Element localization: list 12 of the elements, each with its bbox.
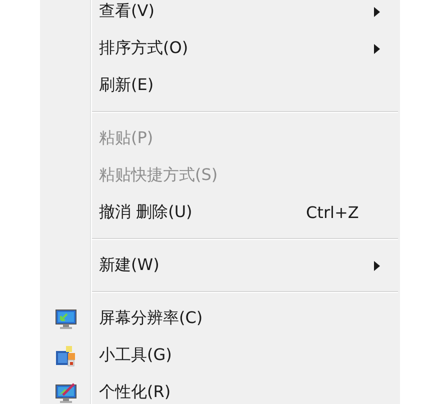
menu-item[interactable]: 撤消 删除(U) [92, 202, 192, 223]
menu-item[interactable]: 个性化(R) [92, 382, 171, 403]
gadgets-icon [55, 344, 77, 366]
monitor-brush-icon [55, 382, 77, 402]
shortcut-label: Ctrl+Z [306, 203, 359, 222]
menu-item[interactable]: 小工具(G) [92, 345, 172, 366]
menu-item[interactable]: 新建(W) [92, 255, 160, 276]
menu-item[interactable]: 屏幕分辨率(C) [92, 308, 203, 329]
menu-item[interactable]: 刷新(E) [92, 75, 154, 96]
monitor-icon [55, 308, 77, 328]
menu-item[interactable]: 排序方式(O) [92, 38, 188, 59]
menu-item[interactable]: 查看(V) [92, 1, 154, 22]
